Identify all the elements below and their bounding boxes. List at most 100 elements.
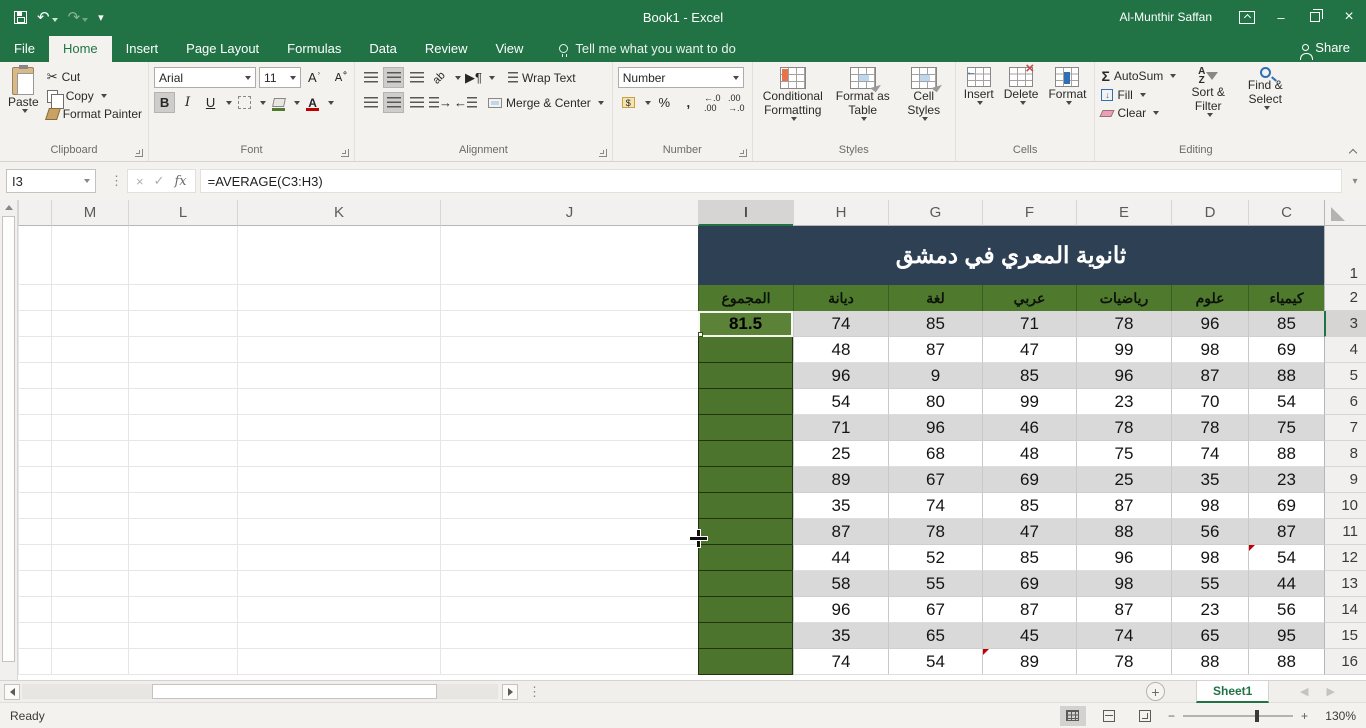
cell-H13[interactable]: 58 xyxy=(793,571,888,597)
horizontal-scroll-thumb[interactable] xyxy=(152,684,437,699)
insert-function-icon[interactable]: fx xyxy=(175,174,187,189)
cell-F12[interactable]: 85 xyxy=(982,545,1076,571)
underline-button[interactable]: U xyxy=(200,92,221,113)
cell-empty[interactable] xyxy=(128,597,237,623)
cell-empty[interactable] xyxy=(440,597,698,623)
bottom-align-button[interactable] xyxy=(406,67,427,88)
next-sheet-icon[interactable]: ▶ xyxy=(1326,685,1334,698)
cell-empty[interactable] xyxy=(51,441,128,467)
cell-F4[interactable]: 47 xyxy=(982,337,1076,363)
cell-E15[interactable]: 74 xyxy=(1076,623,1171,649)
cell-empty[interactable] xyxy=(51,597,128,623)
cell-D12[interactable]: 98 xyxy=(1171,545,1248,571)
text-direction-button[interactable]: ▶¶ xyxy=(463,67,484,88)
cancel-formula-icon[interactable]: × xyxy=(136,174,144,189)
cell-F5[interactable]: 85 xyxy=(982,363,1076,389)
cell-D7[interactable]: 78 xyxy=(1171,415,1248,441)
number-dialog-launcher[interactable] xyxy=(739,149,747,157)
cell-empty[interactable] xyxy=(128,363,237,389)
conditional-formatting-button[interactable]: Conditional Formatting xyxy=(756,65,830,123)
splitter-handle[interactable]: ⋮ xyxy=(528,684,541,700)
cell-I12[interactable] xyxy=(698,545,793,571)
clear-button[interactable]: Clear xyxy=(1098,104,1179,122)
ribbon-tab-review[interactable]: Review xyxy=(411,36,482,62)
scroll-up-icon[interactable] xyxy=(5,205,13,210)
cell-empty[interactable] xyxy=(18,467,51,493)
cell-E4[interactable]: 99 xyxy=(1076,337,1171,363)
zoom-in-button[interactable]: + xyxy=(1301,709,1308,723)
cell-empty[interactable] xyxy=(440,441,698,467)
column-header-H[interactable]: H xyxy=(793,200,888,226)
cell-empty[interactable] xyxy=(237,467,440,493)
vertical-scroll-thumb[interactable] xyxy=(2,216,15,662)
cell-empty[interactable] xyxy=(440,493,698,519)
minimize-button[interactable]: – xyxy=(1264,0,1298,34)
cell-I8[interactable] xyxy=(698,441,793,467)
column-header-C[interactable]: C xyxy=(1248,200,1324,226)
cell-empty[interactable] xyxy=(128,545,237,571)
zoom-out-button[interactable]: − xyxy=(1168,709,1175,723)
sheet-nav-arrows[interactable]: ◀▶ xyxy=(1300,685,1335,698)
cell-E11[interactable]: 88 xyxy=(1076,519,1171,545)
format-painter-button[interactable]: Format Painter xyxy=(44,105,145,123)
cell-empty[interactable] xyxy=(18,493,51,519)
font-name-combo[interactable]: Arial xyxy=(154,67,256,88)
cell-G4[interactable]: 87 xyxy=(888,337,982,363)
cell-I10[interactable] xyxy=(698,493,793,519)
cell-empty[interactable] xyxy=(237,649,440,675)
cell-D11[interactable]: 56 xyxy=(1171,519,1248,545)
cell-E10[interactable]: 87 xyxy=(1076,493,1171,519)
row-header-16[interactable]: 16 xyxy=(1324,649,1366,675)
cell-empty[interactable] xyxy=(440,226,698,285)
decrease-indent-button[interactable]: → xyxy=(429,92,452,113)
user-name[interactable]: Al-Munthir Saffan xyxy=(1120,10,1213,24)
comma-style-button[interactable]: , xyxy=(678,92,699,113)
cell-empty[interactable] xyxy=(128,389,237,415)
cell-G3[interactable]: 85 xyxy=(888,311,982,337)
cell-E12[interactable]: 96 xyxy=(1076,545,1171,571)
cell-I7[interactable] xyxy=(698,415,793,441)
cell-D9[interactable]: 35 xyxy=(1171,467,1248,493)
column-header-K[interactable]: K xyxy=(237,200,440,226)
restore-button[interactable] xyxy=(1298,0,1332,34)
cell-empty[interactable] xyxy=(18,545,51,571)
cell-C9[interactable]: 23 xyxy=(1248,467,1324,493)
cell-empty[interactable] xyxy=(128,649,237,675)
collapse-ribbon-button[interactable] xyxy=(1348,147,1358,157)
cell-empty[interactable] xyxy=(18,623,51,649)
formula-input[interactable]: =AVERAGE(C3:H3) xyxy=(200,169,1342,193)
cell-empty[interactable] xyxy=(128,415,237,441)
cell-empty[interactable] xyxy=(18,285,51,311)
vertical-scrollbar[interactable] xyxy=(0,200,18,680)
font-dialog-launcher[interactable] xyxy=(341,149,349,157)
cell-empty[interactable] xyxy=(18,597,51,623)
row-header-12[interactable]: 12 xyxy=(1324,545,1366,571)
cell-empty[interactable] xyxy=(51,649,128,675)
table-title-cell[interactable]: ثانوية المعري في دمشق xyxy=(698,226,1324,285)
column-header-L[interactable]: L xyxy=(128,200,237,226)
prev-sheet-icon[interactable]: ◀ xyxy=(1300,685,1308,698)
cell-empty[interactable] xyxy=(237,337,440,363)
cell-empty[interactable] xyxy=(18,571,51,597)
row-header-6[interactable]: 6 xyxy=(1324,389,1366,415)
sort-filter-button[interactable]: AZSort & Filter xyxy=(1179,65,1237,119)
cell-empty[interactable] xyxy=(18,337,51,363)
cell-empty[interactable] xyxy=(18,389,51,415)
insert-cells-button[interactable]: Insert xyxy=(959,65,999,107)
cell-empty[interactable] xyxy=(128,493,237,519)
clipboard-dialog-launcher[interactable] xyxy=(135,149,143,157)
column-header-E[interactable]: E xyxy=(1076,200,1171,226)
column-header-M[interactable]: M xyxy=(51,200,128,226)
scroll-left-icon[interactable] xyxy=(4,684,20,700)
increase-font-size-button[interactable]: Aʾ xyxy=(304,67,325,88)
ribbon-tab-insert[interactable]: Insert xyxy=(112,36,173,62)
cell-I4[interactable] xyxy=(698,337,793,363)
copy-button[interactable]: Copy xyxy=(44,87,145,105)
cell-empty[interactable] xyxy=(237,597,440,623)
cell-H12[interactable]: 44 xyxy=(793,545,888,571)
cell-empty[interactable] xyxy=(440,571,698,597)
cell-H8[interactable]: 25 xyxy=(793,441,888,467)
find-select-button[interactable]: Find & Select xyxy=(1237,65,1293,112)
cell-G5[interactable]: 9 xyxy=(888,363,982,389)
cell-C6[interactable]: 54 xyxy=(1248,389,1324,415)
